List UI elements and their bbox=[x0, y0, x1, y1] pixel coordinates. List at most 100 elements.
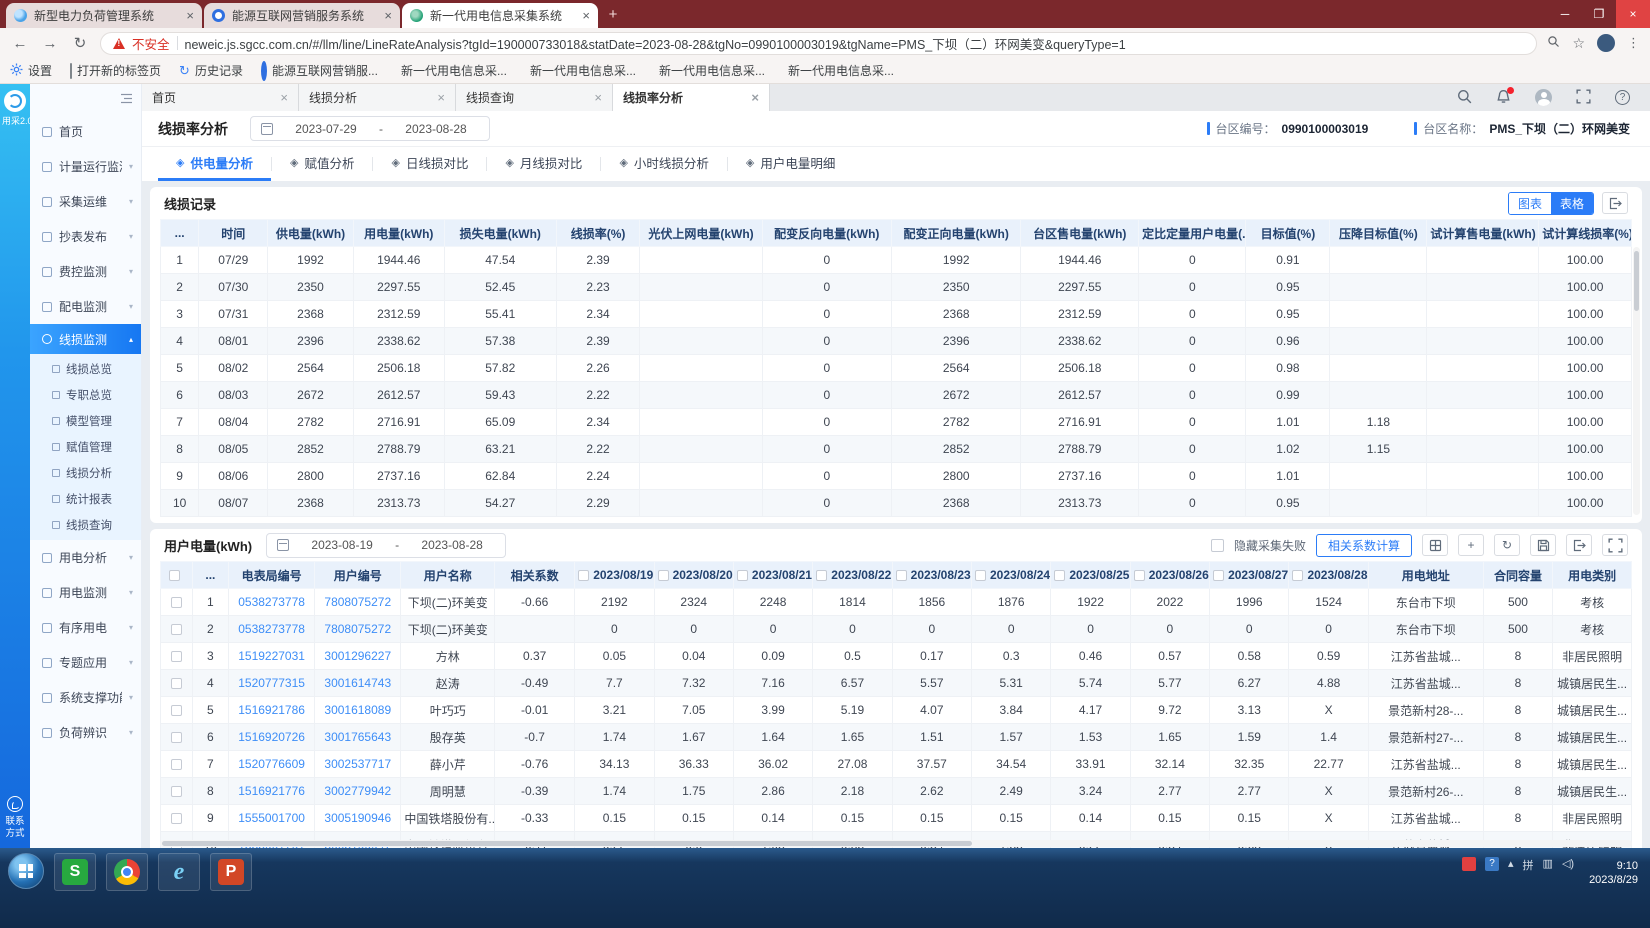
url-text[interactable]: neweic.js.sgcc.com.cn/#/llm/line/LineRat… bbox=[185, 34, 1126, 53]
user-id-link[interactable]: 7808075272 bbox=[315, 589, 401, 616]
column-header[interactable]: 线损率(%) bbox=[556, 220, 640, 247]
zoom-icon[interactable] bbox=[1547, 35, 1560, 51]
table-row[interactable]: 408/0123962338.6257.382.39023962338.6200… bbox=[161, 328, 1632, 355]
table-row[interactable]: 415207773153001614743赵涛-0.497.77.327.166… bbox=[161, 670, 1632, 697]
column-header[interactable]: 试计算线损率(%) bbox=[1539, 220, 1632, 247]
column-header[interactable]: ... bbox=[161, 220, 199, 247]
chart-view-button[interactable]: 图表 bbox=[1509, 193, 1551, 214]
column-header[interactable]: 时间 bbox=[199, 220, 268, 247]
date-column-header[interactable]: 2023/08/19 bbox=[575, 562, 654, 589]
sidebar-item[interactable]: 用电监测 ▾ bbox=[30, 575, 141, 610]
taskbar-ie-icon[interactable]: e bbox=[158, 853, 200, 891]
date-column-header[interactable]: 2023/08/23 bbox=[892, 562, 971, 589]
sidebar-item[interactable]: 首页 bbox=[30, 114, 141, 149]
column-select-checkbox[interactable] bbox=[896, 570, 907, 581]
subtab[interactable]: ◈ 月线损对比 bbox=[487, 147, 600, 181]
row-checkbox[interactable] bbox=[171, 759, 182, 770]
fullscreen-icon[interactable] bbox=[1602, 534, 1628, 556]
close-icon[interactable]: × bbox=[437, 90, 445, 105]
sidebar-item[interactable]: 费控监测 ▾ bbox=[30, 254, 141, 289]
sidebar-item[interactable]: 负荷辨识 ▾ bbox=[30, 715, 141, 750]
row-checkbox[interactable] bbox=[171, 624, 182, 635]
meter-id-link[interactable]: 0538273778 bbox=[229, 616, 315, 643]
taskbar-chrome-icon[interactable] bbox=[106, 853, 148, 891]
column-header[interactable]: 目标值(%) bbox=[1246, 220, 1330, 247]
scrollbar-thumb[interactable] bbox=[1634, 251, 1639, 311]
user-id-link[interactable]: 3002537717 bbox=[315, 751, 401, 778]
taskbar-powerpoint-icon[interactable]: P bbox=[210, 853, 252, 891]
refresh-icon[interactable]: ↻ bbox=[1494, 534, 1520, 556]
meter-id-link[interactable]: 1520776609 bbox=[229, 751, 315, 778]
start-button[interactable] bbox=[8, 853, 44, 889]
not-secure-label[interactable]: 不安全 bbox=[132, 34, 170, 53]
maximize-button[interactable]: ❐ bbox=[1582, 0, 1616, 28]
user-id-link[interactable]: 3001618089 bbox=[315, 697, 401, 724]
date-end[interactable]: 2023-08-28 bbox=[393, 122, 479, 136]
browser-tab[interactable]: 新型电力负荷管理系统 × bbox=[6, 3, 202, 28]
sidebar-subitem[interactable]: 模型管理 bbox=[30, 408, 141, 434]
user-id-link[interactable]: 3001765643 bbox=[315, 724, 401, 751]
workspace-tab[interactable]: 线损分析 × bbox=[299, 84, 456, 111]
close-button[interactable]: × bbox=[1616, 0, 1650, 28]
date-end[interactable]: 2023-08-28 bbox=[409, 538, 495, 552]
table-row[interactable]: 915550017003005190946中国铁塔股份有...-0.330.15… bbox=[161, 805, 1632, 832]
user-id-link[interactable]: 3002779942 bbox=[315, 778, 401, 805]
browser-tab[interactable]: 能源互联网营销服务系统 × bbox=[204, 3, 400, 28]
column-header[interactable]: ... bbox=[192, 562, 228, 589]
tray-input-method-icon[interactable] bbox=[1462, 857, 1476, 871]
bookmark-item[interactable]: 新一代用电信息采... bbox=[396, 62, 507, 79]
column-settings-icon[interactable] bbox=[1422, 534, 1448, 556]
browser-tab[interactable]: 新一代用电信息采集系统 × bbox=[402, 3, 598, 28]
export-icon[interactable] bbox=[1602, 192, 1628, 214]
column-select-checkbox[interactable] bbox=[658, 570, 669, 581]
table-row[interactable]: 207/3023502297.5552.452.23023502297.5500… bbox=[161, 274, 1632, 301]
row-checkbox[interactable] bbox=[171, 678, 182, 689]
table-row[interactable]: 205382737787808075272下坝(二)环美变0000000000东… bbox=[161, 616, 1632, 643]
close-tab-icon[interactable]: × bbox=[186, 8, 194, 23]
taskbar-wps-icon[interactable]: S bbox=[54, 853, 96, 891]
meter-id-link[interactable]: 1555001700 bbox=[229, 805, 315, 832]
user-id-link[interactable]: 7808075272 bbox=[315, 616, 401, 643]
column-header[interactable]: 供电量(kWh) bbox=[268, 220, 353, 247]
column-header[interactable]: 用户编号 bbox=[315, 562, 401, 589]
sidebar-item[interactable]: 用电分析 ▾ bbox=[30, 540, 141, 575]
table-view-button[interactable]: 表格 bbox=[1551, 193, 1593, 214]
user-id-link[interactable]: 3001614743 bbox=[315, 670, 401, 697]
row-checkbox[interactable] bbox=[171, 597, 182, 608]
hide-failed-checkbox[interactable] bbox=[1211, 539, 1224, 552]
save-icon[interactable] bbox=[1530, 534, 1556, 556]
table-row[interactable]: 1008/0723682313.7354.272.29023682313.730… bbox=[161, 490, 1632, 517]
tray-help-icon[interactable]: ? bbox=[1485, 857, 1499, 871]
contact-widget[interactable]: 联系 方式 bbox=[0, 796, 30, 840]
table-row[interactable]: 515169217863001618089叶巧巧-0.013.217.053.9… bbox=[161, 697, 1632, 724]
table-row[interactable]: 908/0628002737.1662.842.24028002737.1601… bbox=[161, 463, 1632, 490]
bookmark-item[interactable]: 设置 bbox=[10, 62, 52, 79]
tray-show-hidden-icon[interactable]: ▴ bbox=[1508, 857, 1514, 870]
column-header[interactable]: 电表局编号 bbox=[229, 562, 315, 589]
date-column-header[interactable]: 2023/08/24 bbox=[972, 562, 1051, 589]
export-icon[interactable] bbox=[1566, 534, 1592, 556]
tray-network-icon[interactable]: ▥ bbox=[1543, 857, 1553, 870]
url-bar[interactable]: 不安全 neweic.js.sgcc.com.cn/#/llm/line/Lin… bbox=[100, 32, 1537, 55]
column-header[interactable]: 合同容量 bbox=[1483, 562, 1553, 589]
subtab[interactable]: ◈ 赋值分析 bbox=[272, 147, 372, 181]
sidebar-subitem[interactable]: 赋值管理 bbox=[30, 434, 141, 460]
meter-id-link[interactable]: 1516920726 bbox=[229, 724, 315, 751]
user-energy-date-picker[interactable]: 2023-08-19 - 2023-08-28 bbox=[266, 533, 506, 558]
table-row[interactable]: 105382737787808075272下坝(二)环美变-0.66219223… bbox=[161, 589, 1632, 616]
row-checkbox[interactable] bbox=[171, 732, 182, 743]
column-header[interactable]: 损失电量(kWh) bbox=[444, 220, 556, 247]
sidebar-item[interactable]: 配电监测 ▾ bbox=[30, 289, 141, 324]
column-header[interactable]: 配变反向电量(kWh) bbox=[762, 220, 891, 247]
close-icon[interactable]: × bbox=[751, 90, 759, 105]
select-all-checkbox[interactable] bbox=[169, 570, 180, 581]
user-id-link[interactable]: 3001296227 bbox=[315, 643, 401, 670]
sidebar-subitem[interactable]: 线损分析 bbox=[30, 460, 141, 486]
column-header[interactable]: 用电类别 bbox=[1553, 562, 1632, 589]
tray-volume-icon[interactable]: ◁) bbox=[1562, 857, 1574, 870]
meter-id-link[interactable]: 0538273778 bbox=[229, 589, 315, 616]
sidebar-item[interactable]: 计量运行监测 ▾ bbox=[30, 149, 141, 184]
column-select-checkbox[interactable] bbox=[1213, 570, 1224, 581]
column-header[interactable]: 台区售电量(kWh) bbox=[1021, 220, 1139, 247]
workspace-tab[interactable]: 首页 × bbox=[142, 84, 299, 111]
